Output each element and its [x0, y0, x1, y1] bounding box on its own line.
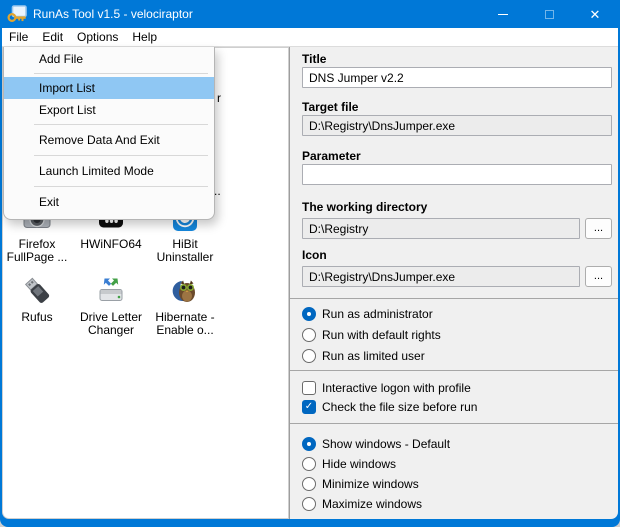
list-item-drive-letter-changer[interactable]: Drive Letter Changer	[73, 275, 149, 337]
working-directory-label: The working directory	[302, 200, 427, 214]
maximize-icon	[526, 0, 572, 28]
divider	[290, 370, 618, 371]
working-directory-input[interactable]	[302, 218, 580, 239]
owl-icon	[169, 275, 201, 307]
parameter-label: Parameter	[302, 149, 361, 163]
radio-icon	[302, 457, 316, 471]
app-label: Rufus	[0, 311, 75, 324]
obscured-app-label: r	[217, 91, 221, 105]
target-file-label: Target file	[302, 100, 358, 114]
title-label: Title	[302, 52, 326, 66]
app-label: Firefox FullPage ...	[0, 238, 75, 264]
radio-icon	[302, 328, 316, 342]
runas-tool-window: RunAs Tool v1.5 - velociraptor ✕ File Ed…	[0, 0, 620, 527]
checkbox-icon	[302, 381, 316, 395]
menu-item-import-list[interactable]: Import List	[4, 77, 214, 99]
radio-run-limited-user[interactable]: Run as limited user	[302, 346, 425, 366]
obscured-app-label: ..	[214, 184, 221, 198]
app-label: HiBit Uninstaller	[147, 238, 223, 264]
minimize-icon[interactable]	[480, 0, 526, 28]
app-label: Hibernate - Enable o...	[147, 311, 223, 337]
menu-separator	[34, 186, 208, 187]
menu-separator	[34, 155, 208, 156]
list-item-rufus[interactable]: Rufus	[0, 275, 75, 324]
usb-drive-icon	[21, 275, 53, 307]
checkbox-check-file-size[interactable]: ✓ Check the file size before run	[302, 397, 477, 417]
menu-separator	[34, 73, 208, 74]
menu-edit[interactable]: Edit	[42, 30, 63, 44]
menu-item-export-list[interactable]: Export List	[4, 99, 214, 121]
menu-help[interactable]: Help	[132, 30, 157, 44]
radio-run-default-rights[interactable]: Run with default rights	[302, 325, 441, 345]
menu-options[interactable]: Options	[77, 30, 118, 44]
file-menu-popup: Add File Import List Export List Remove …	[3, 47, 215, 220]
menu-item-launch-limited-mode[interactable]: Launch Limited Mode	[4, 159, 214, 183]
radio-selected-icon	[302, 437, 316, 451]
browse-icon-button[interactable]: ...	[585, 266, 612, 287]
menu-item-add-file[interactable]: Add File	[4, 48, 214, 70]
window-controls: ✕	[480, 0, 618, 28]
radio-selected-icon	[302, 307, 316, 321]
close-icon[interactable]: ✕	[572, 0, 618, 28]
checkbox-checked-icon: ✓	[302, 400, 316, 414]
target-file-input[interactable]	[302, 115, 612, 136]
menu-separator	[34, 124, 208, 125]
radio-icon	[302, 497, 316, 511]
menu-bar: File Edit Options Help	[2, 28, 618, 47]
menu-item-exit[interactable]: Exit	[4, 190, 214, 214]
icon-path-input[interactable]	[302, 266, 580, 287]
properties-panel: Title Target file Parameter The working …	[289, 47, 618, 519]
checkbox-interactive-logon[interactable]: Interactive logon with profile	[302, 378, 471, 398]
list-item-hibernate-enable[interactable]: Hibernate - Enable o...	[147, 275, 223, 337]
app-key-icon	[7, 5, 27, 23]
title-input[interactable]	[302, 67, 612, 88]
radio-icon	[302, 349, 316, 363]
divider	[290, 423, 618, 424]
radio-run-as-administrator[interactable]: Run as administrator	[302, 304, 433, 324]
divider	[290, 298, 618, 299]
menu-item-remove-data-and-exit[interactable]: Remove Data And Exit	[4, 128, 214, 152]
menu-file[interactable]: File	[9, 30, 28, 44]
title-bar[interactable]: RunAs Tool v1.5 - velociraptor ✕	[0, 0, 620, 28]
browse-workdir-button[interactable]: ...	[585, 218, 612, 239]
app-label: Drive Letter Changer	[73, 311, 149, 337]
hard-drive-icon	[95, 275, 127, 307]
radio-minimize-windows[interactable]: Minimize windows	[302, 474, 419, 494]
radio-icon	[302, 477, 316, 491]
radio-show-windows-default[interactable]: Show windows - Default	[302, 434, 450, 454]
window-title: RunAs Tool v1.5 - velociraptor	[33, 0, 193, 28]
parameter-input[interactable]	[302, 164, 612, 185]
app-label: HWiNFO64	[73, 238, 149, 251]
icon-label: Icon	[302, 248, 327, 262]
radio-hide-windows[interactable]: Hide windows	[302, 454, 396, 474]
radio-maximize-windows[interactable]: Maximize windows	[302, 494, 422, 514]
